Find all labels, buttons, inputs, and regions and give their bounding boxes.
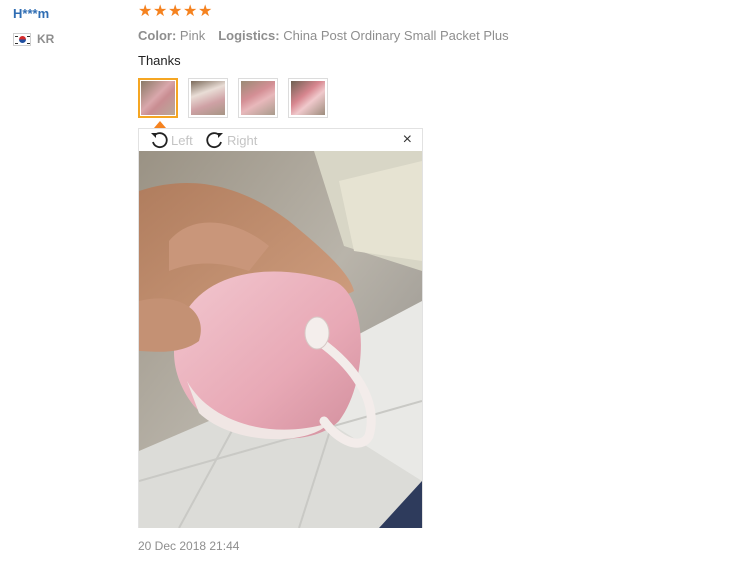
photo-thumbnail[interactable] <box>238 78 278 118</box>
review-text: Thanks <box>138 53 181 68</box>
photo-thumbnail[interactable] <box>188 78 228 118</box>
rotate-right-button[interactable]: Right <box>205 130 257 150</box>
star-icon: ★ <box>183 3 198 20</box>
rotate-left-label: Left <box>171 132 193 148</box>
color-value: Pink <box>179 28 206 43</box>
active-thumbnail-pointer <box>154 121 166 128</box>
star-icon: ★ <box>168 3 183 20</box>
flag-kr-icon <box>13 32 31 46</box>
star-icon: ★ <box>138 3 153 20</box>
review-photo-large <box>139 151 422 528</box>
star-rating: ★ ★ ★ ★ ★ <box>138 4 212 20</box>
reviewer-name[interactable]: H***m <box>13 6 49 21</box>
rotate-left-icon <box>151 132 168 149</box>
rotate-right-label: Right <box>227 132 258 148</box>
country-code: KR <box>37 32 55 46</box>
photo-thumbnail[interactable] <box>138 78 178 118</box>
close-icon[interactable]: × <box>403 132 412 148</box>
reviewer-country: KR <box>13 32 54 46</box>
color-label: Color: <box>138 28 177 43</box>
logistics-label: Logistics: <box>218 28 280 43</box>
logistics-value: China Post Ordinary Small Packet Plus <box>283 28 509 43</box>
review-photo-thumbnails <box>138 78 328 118</box>
star-icon: ★ <box>153 3 168 20</box>
rotate-right-icon <box>206 132 223 149</box>
photo-thumbnail[interactable] <box>288 78 328 118</box>
rotate-left-button[interactable]: Left <box>149 130 193 150</box>
review-date: 20 Dec 2018 21:44 <box>138 539 240 553</box>
photo-viewer: Left Right × <box>138 128 423 528</box>
review-meta: Color: Pink Logistics: China Post Ordinar… <box>138 28 509 43</box>
viewer-toolbar: Left Right × <box>139 129 422 151</box>
star-icon: ★ <box>198 3 213 20</box>
